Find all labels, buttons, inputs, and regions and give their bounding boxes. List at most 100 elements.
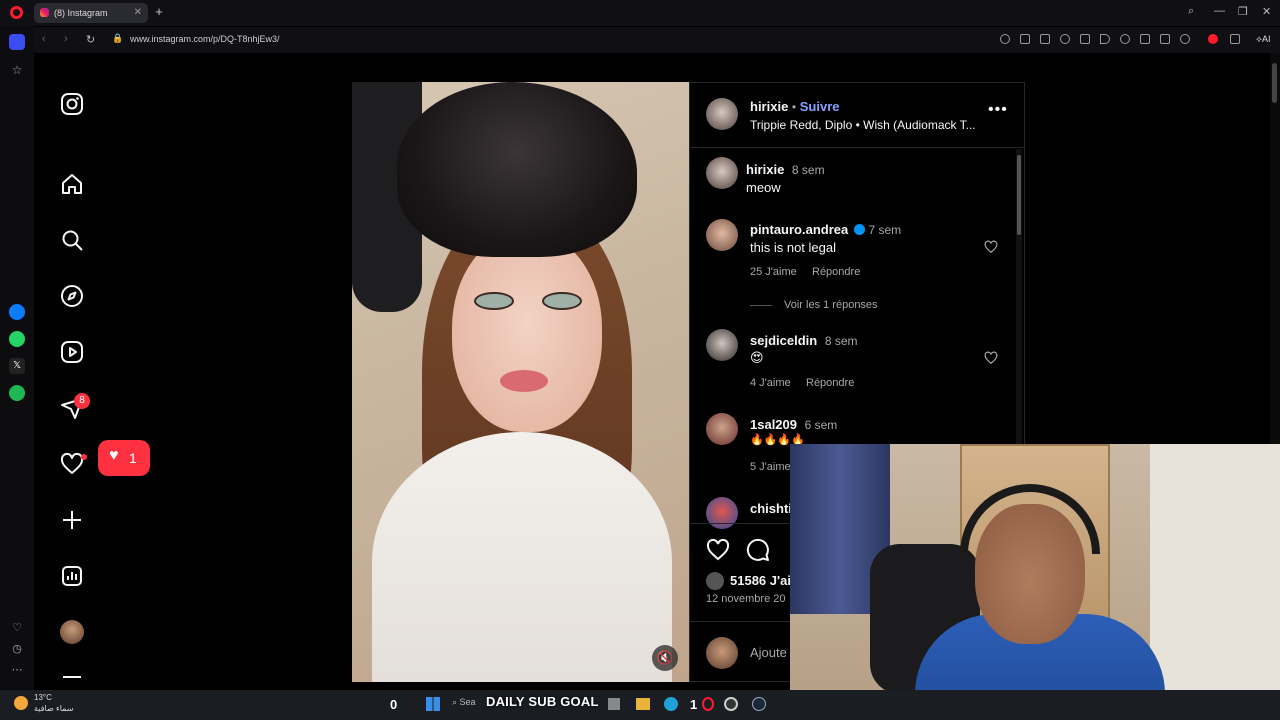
browser-tabbar: (8) Instagram ✕ + ⌕ — ❐ ✕ <box>0 0 1280 26</box>
like-comment-icon[interactable] <box>984 351 998 365</box>
more-options-icon[interactable]: ⋯ <box>9 662 25 678</box>
opera-logo-icon[interactable] <box>10 6 23 19</box>
comment-avatar[interactable] <box>706 497 738 529</box>
aria-ai-button[interactable]: ⟡AI <box>1256 34 1270 45</box>
back-icon[interactable]: ‹ <box>42 33 46 45</box>
browser-tab[interactable]: (8) Instagram ✕ <box>34 3 148 23</box>
follow-button[interactable]: Suivre <box>800 99 840 114</box>
pinboard-star-icon[interactable]: ☆ <box>9 62 25 78</box>
daily-sub-goal-label: DAILY SUB GOAL <box>486 694 599 709</box>
add-comment-input[interactable]: Ajoute <box>750 645 787 660</box>
camera-icon[interactable] <box>1040 34 1050 44</box>
steam-icon[interactable] <box>752 697 766 711</box>
shield-icon[interactable] <box>1060 34 1070 44</box>
taskbar-search[interactable]: ⌕ Sea <box>452 697 484 713</box>
audio-track[interactable]: Trippie Redd, Diplo • Wish (Audiomack T.… <box>750 118 976 132</box>
search-icon[interactable] <box>60 228 84 252</box>
opera-taskbar-icon[interactable] <box>702 697 714 711</box>
like-post-icon[interactable] <box>706 538 730 562</box>
weather-icon[interactable] <box>14 696 28 710</box>
comment-avatar[interactable] <box>706 329 738 361</box>
comment-likes[interactable]: 4 J'aime <box>750 377 791 389</box>
explore-compass-icon[interactable] <box>60 284 84 308</box>
download-icon[interactable] <box>1140 34 1150 44</box>
instagram-logo-icon[interactable] <box>60 92 84 116</box>
extensions-icon[interactable] <box>1080 34 1090 44</box>
more-menu-icon[interactable] <box>60 673 84 689</box>
my-avatar[interactable] <box>706 637 738 669</box>
mute-toggle-icon[interactable]: 🔇 <box>652 645 678 671</box>
comment-user[interactable]: sejdiceldin <box>750 333 817 348</box>
webcam-overlay <box>790 444 1280 720</box>
opera-adblock-icon[interactable] <box>1208 34 1218 44</box>
comment-icon[interactable] <box>746 538 770 562</box>
obs-icon[interactable] <box>724 697 738 711</box>
comment-avatar[interactable] <box>706 219 738 251</box>
home-icon[interactable] <box>60 172 84 196</box>
new-tab-button[interactable]: + <box>152 4 166 20</box>
profile-avatar[interactable] <box>60 620 84 644</box>
comment-user-line: pintauro.andrea 7 sem <box>750 222 901 237</box>
more-options-icon[interactable]: ••• <box>988 101 1008 119</box>
comment-likes[interactable]: 25 J'aime <box>750 266 797 278</box>
heart-bookmark-icon[interactable] <box>1120 34 1130 44</box>
notification-popup[interactable]: ♥ 1 <box>98 440 150 476</box>
home-speed-dial-icon[interactable] <box>9 34 25 50</box>
reload-icon[interactable]: ↻ <box>86 33 95 46</box>
history-clock-icon[interactable]: ◷ <box>9 641 25 657</box>
sub-counter-right: 1 <box>690 697 698 712</box>
weather-desc: سماء صافية <box>34 704 74 713</box>
caption-text: meow <box>746 180 781 195</box>
comment-avatar[interactable] <box>706 413 738 445</box>
reels-icon[interactable] <box>60 340 84 364</box>
video-subject-lips <box>500 370 548 392</box>
favorites-heart-icon[interactable]: ♡ <box>9 620 25 636</box>
create-plus-icon[interactable] <box>60 508 84 532</box>
menu-icon[interactable] <box>1160 34 1170 44</box>
close-tab-icon[interactable]: ✕ <box>134 3 142 23</box>
edge-icon[interactable] <box>664 697 678 711</box>
likes-count[interactable]: 51586 J'ai <box>730 573 791 588</box>
spotify-icon[interactable] <box>9 385 25 401</box>
task-view-icon[interactable] <box>608 698 620 710</box>
reel-video[interactable]: 🔇 <box>352 82 689 682</box>
minimize-icon[interactable]: — <box>1214 5 1225 17</box>
x-twitter-icon[interactable]: 𝕏 <box>9 358 25 374</box>
like-comment-icon[interactable] <box>984 240 998 254</box>
post-author[interactable]: hirixie <box>750 99 788 114</box>
post-date: 12 novembre 20 <box>706 593 786 605</box>
find-icon[interactable] <box>1000 34 1010 44</box>
comment-user[interactable]: 1sal209 <box>750 417 797 432</box>
messenger-icon[interactable] <box>9 304 25 320</box>
whatsapp-icon[interactable] <box>9 331 25 347</box>
profile-icon[interactable] <box>1180 34 1190 44</box>
url-field[interactable]: www.instagram.com/p/DQ-T8nhjEw3/ <box>130 34 280 44</box>
notification-dot <box>81 454 87 460</box>
comment-user-line: 1sal209 6 sem <box>750 417 837 432</box>
forward-icon[interactable]: › <box>64 33 68 45</box>
sub-counter-left: 0 <box>390 697 398 712</box>
maximize-icon[interactable]: ❐ <box>1238 5 1248 18</box>
comment-likes[interactable]: 5 J'aime <box>750 461 791 473</box>
close-window-icon[interactable]: ✕ <box>1262 5 1271 18</box>
caption-user-line: hirixie 8 sem <box>746 162 825 177</box>
comment-user[interactable]: chishti <box>750 501 792 516</box>
comment-text: 😍 <box>750 350 764 365</box>
edit-icon[interactable] <box>1020 34 1030 44</box>
dashboard-icon[interactable] <box>60 564 84 588</box>
video-subject-eye <box>474 292 514 310</box>
weather-temp: 13°C <box>34 693 52 702</box>
play-icon[interactable] <box>1100 34 1110 44</box>
caption-user[interactable]: hirixie <box>746 162 784 177</box>
lock-icon: 🔒 <box>112 33 124 43</box>
comment-user[interactable]: pintauro.andrea <box>750 222 848 237</box>
author-avatar[interactable] <box>706 98 738 130</box>
search-tabs-icon[interactable]: ⌕ <box>1188 5 1194 18</box>
windows-start-icon[interactable] <box>426 697 440 711</box>
reply-button[interactable]: Répondre <box>812 266 860 278</box>
caption-avatar[interactable] <box>706 157 738 189</box>
file-explorer-icon[interactable] <box>636 698 650 710</box>
vpn-icon[interactable] <box>1230 34 1240 44</box>
reply-button[interactable]: Répondre <box>806 377 854 389</box>
see-replies-link[interactable]: Voir les 1 réponses <box>784 299 878 311</box>
